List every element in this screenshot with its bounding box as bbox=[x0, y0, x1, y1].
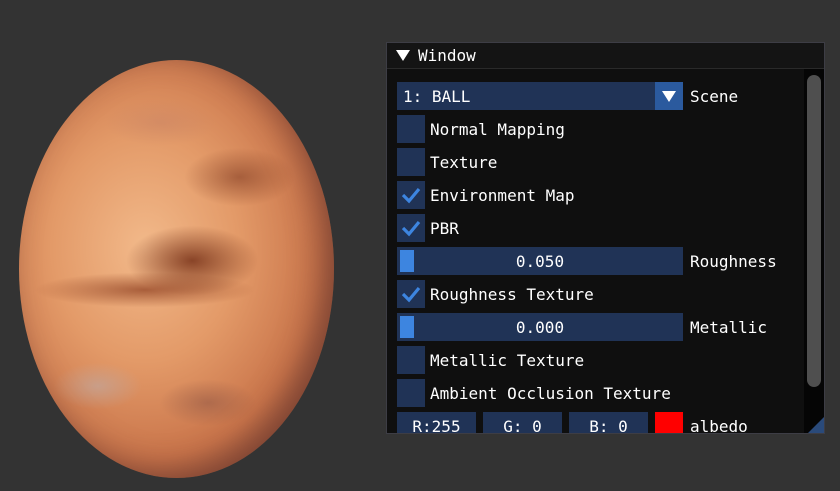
checkbox-pbr-row[interactable]: PBR bbox=[397, 214, 459, 242]
checkbox-texture-row[interactable]: Texture bbox=[397, 148, 497, 176]
scene-label: Scene bbox=[690, 86, 739, 106]
checkmark-icon bbox=[401, 187, 421, 204]
checkmark-icon bbox=[401, 220, 421, 237]
roughness-slider[interactable]: 0.050 bbox=[397, 247, 683, 275]
checkbox-label: Normal Mapping bbox=[430, 119, 565, 139]
checkbox-environment-map-row[interactable]: Environment Map bbox=[397, 181, 575, 209]
window-titlebar[interactable]: Window bbox=[387, 43, 824, 69]
roughness-label: Roughness bbox=[690, 251, 777, 271]
combo-arrow-button[interactable] bbox=[655, 82, 683, 110]
imgui-window[interactable]: Window 1: BALL Scene Normal Mapping Text… bbox=[386, 42, 825, 434]
roughness-value: 0.050 bbox=[515, 251, 565, 271]
scrollbar-grab[interactable] bbox=[807, 75, 821, 387]
checkbox-label: Environment Map bbox=[430, 185, 575, 205]
slider-grab[interactable] bbox=[400, 316, 414, 338]
albedo-b-field[interactable]: B: 0 bbox=[569, 412, 648, 433]
metallic-row: 0.000 Metallic bbox=[397, 313, 767, 341]
albedo-g-field[interactable]: G: 0 bbox=[483, 412, 562, 433]
checkbox-environment-map[interactable] bbox=[397, 181, 425, 209]
albedo-label: albedo bbox=[690, 416, 748, 434]
checkmark-icon bbox=[401, 286, 421, 303]
resize-grip-icon[interactable] bbox=[808, 417, 824, 433]
roughness-row: 0.050 Roughness bbox=[397, 247, 777, 275]
scrollbar[interactable] bbox=[804, 69, 824, 433]
metallic-slider[interactable]: 0.000 bbox=[397, 313, 683, 341]
checkbox-label: Ambient Occlusion Texture bbox=[430, 383, 671, 403]
checkbox-label: Roughness Texture bbox=[430, 284, 594, 304]
albedo-row: R:255 G: 0 B: 0 albedo bbox=[397, 412, 748, 434]
scene-combo-value: 1: BALL bbox=[403, 86, 471, 106]
albedo-r-field[interactable]: R:255 bbox=[397, 412, 476, 433]
checkbox-label: PBR bbox=[430, 218, 459, 238]
slider-grab[interactable] bbox=[400, 250, 414, 272]
checkbox-normal-mapping[interactable] bbox=[397, 115, 425, 143]
checkbox-pbr[interactable] bbox=[397, 214, 425, 242]
checkbox-texture[interactable] bbox=[397, 148, 425, 176]
metallic-value: 0.000 bbox=[515, 317, 565, 337]
checkbox-roughness-texture-row[interactable]: Roughness Texture bbox=[397, 280, 594, 308]
checkbox-ao-texture[interactable] bbox=[397, 379, 425, 407]
checkbox-roughness-texture[interactable] bbox=[397, 280, 425, 308]
checkbox-metallic-texture-row[interactable]: Metallic Texture bbox=[397, 346, 584, 374]
checkbox-label: Metallic Texture bbox=[430, 350, 585, 370]
metallic-label: Metallic bbox=[690, 317, 768, 337]
scene-row: 1: BALL Scene bbox=[397, 82, 738, 110]
chevron-down-icon bbox=[662, 90, 676, 102]
albedo-color-swatch[interactable] bbox=[655, 412, 683, 433]
window-title: Window bbox=[418, 46, 476, 65]
rendered-ball bbox=[19, 60, 334, 478]
checkbox-ao-texture-row[interactable]: Ambient Occlusion Texture bbox=[397, 379, 671, 407]
checkbox-metallic-texture[interactable] bbox=[397, 346, 425, 374]
checkbox-label: Texture bbox=[430, 152, 498, 172]
collapse-triangle-icon[interactable] bbox=[396, 50, 410, 61]
checkbox-normal-mapping-row[interactable]: Normal Mapping bbox=[397, 115, 565, 143]
scene-combo[interactable]: 1: BALL bbox=[397, 82, 683, 110]
